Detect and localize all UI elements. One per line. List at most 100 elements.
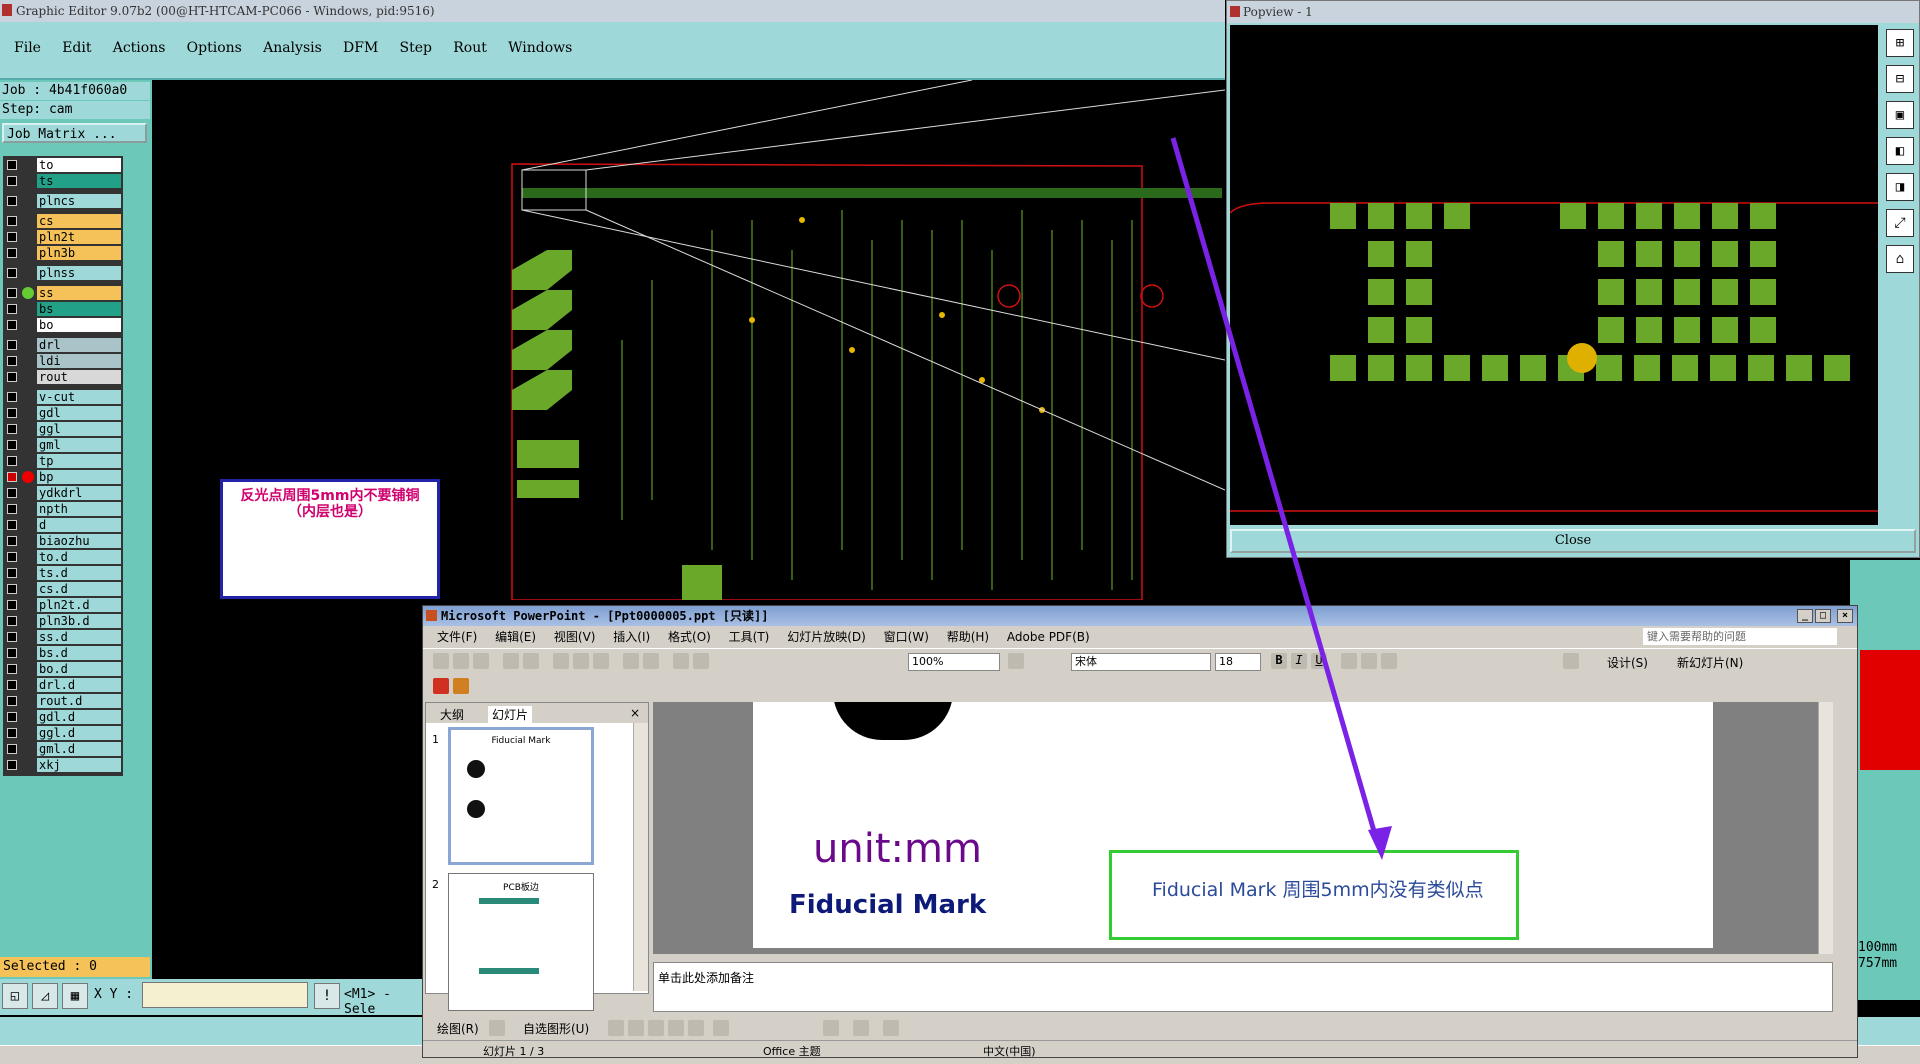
layer-row[interactable]: tp <box>3 454 123 468</box>
layer-name[interactable]: xkj <box>37 758 121 772</box>
tab-outline[interactable]: 大纲 <box>440 706 464 723</box>
layer-row[interactable]: gml <box>3 438 123 452</box>
arrow-icon[interactable] <box>628 1020 644 1036</box>
popview-canvas[interactable] <box>1230 25 1878 525</box>
redo-icon[interactable] <box>643 653 659 669</box>
ppt-menu-file[interactable]: 文件(F) <box>437 626 477 648</box>
layer-row[interactable]: bs <box>3 302 123 316</box>
help-icon[interactable] <box>1008 653 1024 669</box>
preview-icon[interactable] <box>523 653 539 669</box>
layer-row[interactable]: ydkdrl <box>3 486 123 500</box>
layer-name[interactable]: v-cut <box>37 390 121 404</box>
layer-checkbox[interactable] <box>7 304 17 314</box>
layer-name[interactable]: bo.d <box>37 662 121 676</box>
layer-name[interactable]: bs.d <box>37 646 121 660</box>
slide-unit-text[interactable]: unit:mm <box>813 826 982 872</box>
slide-scrollbar[interactable] <box>1818 702 1833 954</box>
layer-row[interactable]: bs.d <box>3 646 123 660</box>
layer-name[interactable]: rout.d <box>37 694 121 708</box>
layer-name[interactable]: cs <box>37 214 121 228</box>
layer-row[interactable]: ldi <box>3 354 123 368</box>
autoshape-menu[interactable]: 自选图形(U) <box>523 1020 589 1037</box>
layer-checkbox[interactable] <box>7 488 17 498</box>
layer-checkbox[interactable] <box>7 340 17 350</box>
pan-left-icon[interactable]: ◧ <box>1886 137 1914 165</box>
slide-thumbnail-2[interactable]: PCB板边 <box>448 873 594 1011</box>
align-right-icon[interactable] <box>1381 653 1397 669</box>
layer-row[interactable]: drl <box>3 338 123 352</box>
layer-row[interactable]: pln3b.d <box>3 614 123 628</box>
layer-row[interactable]: to.d <box>3 550 123 564</box>
layer-row[interactable]: bo.d <box>3 662 123 676</box>
ppt-menu-view[interactable]: 视图(V) <box>554 626 596 648</box>
zoom-select[interactable]: 100% <box>908 653 1000 671</box>
layer-name[interactable]: gdl.d <box>37 710 121 724</box>
popview-window[interactable]: Popview - 1 ⊞ ⊟ ▣ ◧ ◨ ⤢ ⌂ Close <box>1226 0 1920 558</box>
new-icon[interactable] <box>433 653 449 669</box>
layer-name[interactable]: ldi <box>37 354 121 368</box>
layer-checkbox[interactable] <box>7 696 17 706</box>
slide-title-text[interactable]: Fiducial Mark <box>789 890 986 920</box>
menu-analysis[interactable]: Analysis <box>263 40 322 56</box>
layer-name[interactable]: tp <box>37 454 121 468</box>
layer-checkbox[interactable] <box>7 536 17 546</box>
layer-checkbox[interactable] <box>7 268 17 278</box>
layer-checkbox[interactable] <box>7 320 17 330</box>
popview-titlebar[interactable]: Popview - 1 <box>1227 1 1919 23</box>
layer-row[interactable]: v-cut <box>3 390 123 404</box>
layer-name[interactable]: drl <box>37 338 121 352</box>
xy-input[interactable] <box>142 982 308 1008</box>
layer-name[interactable]: drl.d <box>37 678 121 692</box>
undo-icon[interactable] <box>623 653 639 669</box>
layer-name[interactable]: ss.d <box>37 630 121 644</box>
layer-row[interactable]: drl.d <box>3 678 123 692</box>
measure-icon[interactable]: ◿ <box>32 983 58 1009</box>
layer-name[interactable]: plncs <box>37 194 121 208</box>
layer-checkbox[interactable] <box>7 472 17 482</box>
current-slide[interactable]: unit:mm Fiducial Mark Fiducial Mark 周围5m… <box>753 702 1713 948</box>
layer-name[interactable]: pln3b.d <box>37 614 121 628</box>
layer-row[interactable]: pln2t <box>3 230 123 244</box>
editor-titlebar[interactable]: Graphic Editor 9.07b2 (00@HT-HTCAM-PC066… <box>0 0 1225 22</box>
layer-row[interactable]: bo <box>3 318 123 332</box>
new-slide-button[interactable]: 新幻灯片(N) <box>1677 654 1743 671</box>
layer-row[interactable]: bp <box>3 470 123 484</box>
layer-row[interactable]: npth <box>3 502 123 516</box>
menu-options[interactable]: Options <box>187 40 242 56</box>
layer-row[interactable]: plncs <box>3 194 123 208</box>
layer-name[interactable]: ss <box>37 286 121 300</box>
menu-actions[interactable]: Actions <box>113 40 166 56</box>
layer-checkbox[interactable] <box>7 248 17 258</box>
ppt-menu-slideshow[interactable]: 幻灯片放映(D) <box>787 626 866 648</box>
ppt-menu-window[interactable]: 窗口(W) <box>884 626 929 648</box>
menu-step[interactable]: Step <box>400 40 432 56</box>
layer-name[interactable]: bs <box>37 302 121 316</box>
layer-checkbox[interactable] <box>7 372 17 382</box>
menu-dfm[interactable]: DFM <box>343 40 378 56</box>
table-icon[interactable] <box>693 653 709 669</box>
font-size-select[interactable]: 18 <box>1215 653 1261 671</box>
design-button[interactable]: 设计(S) <box>1607 654 1648 671</box>
maximize-icon[interactable]: □ <box>1815 609 1831 623</box>
layer-row[interactable]: biaozhu <box>3 534 123 548</box>
zoom-out-icon[interactable]: ⊟ <box>1886 65 1914 93</box>
layer-checkbox[interactable] <box>7 744 17 754</box>
font-color-icon[interactable] <box>1563 653 1579 669</box>
layer-name[interactable]: cs.d <box>37 582 121 596</box>
layer-name[interactable]: bp <box>37 470 121 484</box>
ppt-menu-help[interactable]: 帮助(H) <box>947 626 989 648</box>
layer-checkbox[interactable] <box>7 616 17 626</box>
layer-checkbox[interactable] <box>7 552 17 562</box>
layer-name[interactable]: rout <box>37 370 121 384</box>
paste-icon[interactable] <box>593 653 609 669</box>
slide-thumbnail-1[interactable]: Fiducial Mark <box>448 727 594 865</box>
snap-icon[interactable]: ◱ <box>2 983 28 1009</box>
grid-icon[interactable]: ▦ <box>62 983 88 1009</box>
ppt-menu-adobe-pdf[interactable]: Adobe PDF(B) <box>1007 626 1090 648</box>
zoom-in-icon[interactable]: ⊞ <box>1886 29 1914 57</box>
layer-row[interactable]: ts <box>3 174 123 188</box>
layer-name[interactable]: gml <box>37 438 121 452</box>
layer-name[interactable]: gml.d <box>37 742 121 756</box>
slide-note-textbox[interactable]: Fiducial Mark 周围5mm内没有类似点 <box>1109 850 1519 940</box>
layer-name[interactable]: npth <box>37 502 121 516</box>
